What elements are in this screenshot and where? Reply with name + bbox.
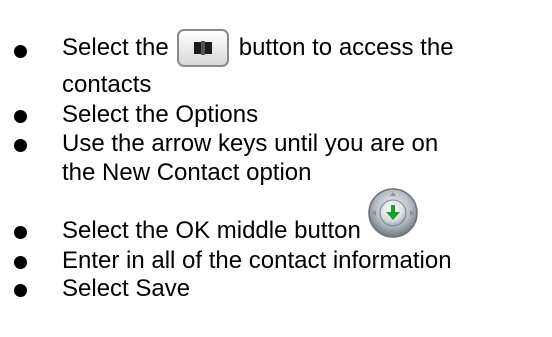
step-text: Select the Options (62, 101, 259, 128)
step-text: Enter in all of the contact information (62, 247, 452, 274)
bullet (14, 139, 27, 152)
step-line: Select Save (62, 273, 190, 305)
step-line: Select the Options (62, 100, 258, 130)
contacts-book-icon (176, 29, 229, 67)
bullet (14, 226, 27, 239)
bullet (14, 256, 27, 269)
step-text: the New Contact option (62, 159, 312, 186)
ok-middle-button-icon (367, 187, 419, 239)
bullet (14, 45, 27, 58)
step-text: Select Save (62, 275, 191, 302)
instruction-list: Select the button to access the contacts… (0, 0, 552, 337)
step-text: Select the (62, 34, 169, 61)
step-line: Select the OK middle button (62, 188, 419, 247)
step-text: Use the arrow keys until you are on (62, 130, 439, 157)
step-line: the New Contact option (62, 158, 311, 188)
bullet (14, 284, 27, 297)
bullet (14, 110, 27, 123)
step-text: Select the OK middle button (62, 217, 361, 244)
step-line: Use the arrow keys until you are on (62, 129, 438, 159)
step-text: button to access the (238, 34, 454, 61)
step-text: contacts (62, 71, 152, 98)
step-line: contacts (62, 70, 151, 100)
step-line: Select the button to access the (62, 28, 454, 68)
